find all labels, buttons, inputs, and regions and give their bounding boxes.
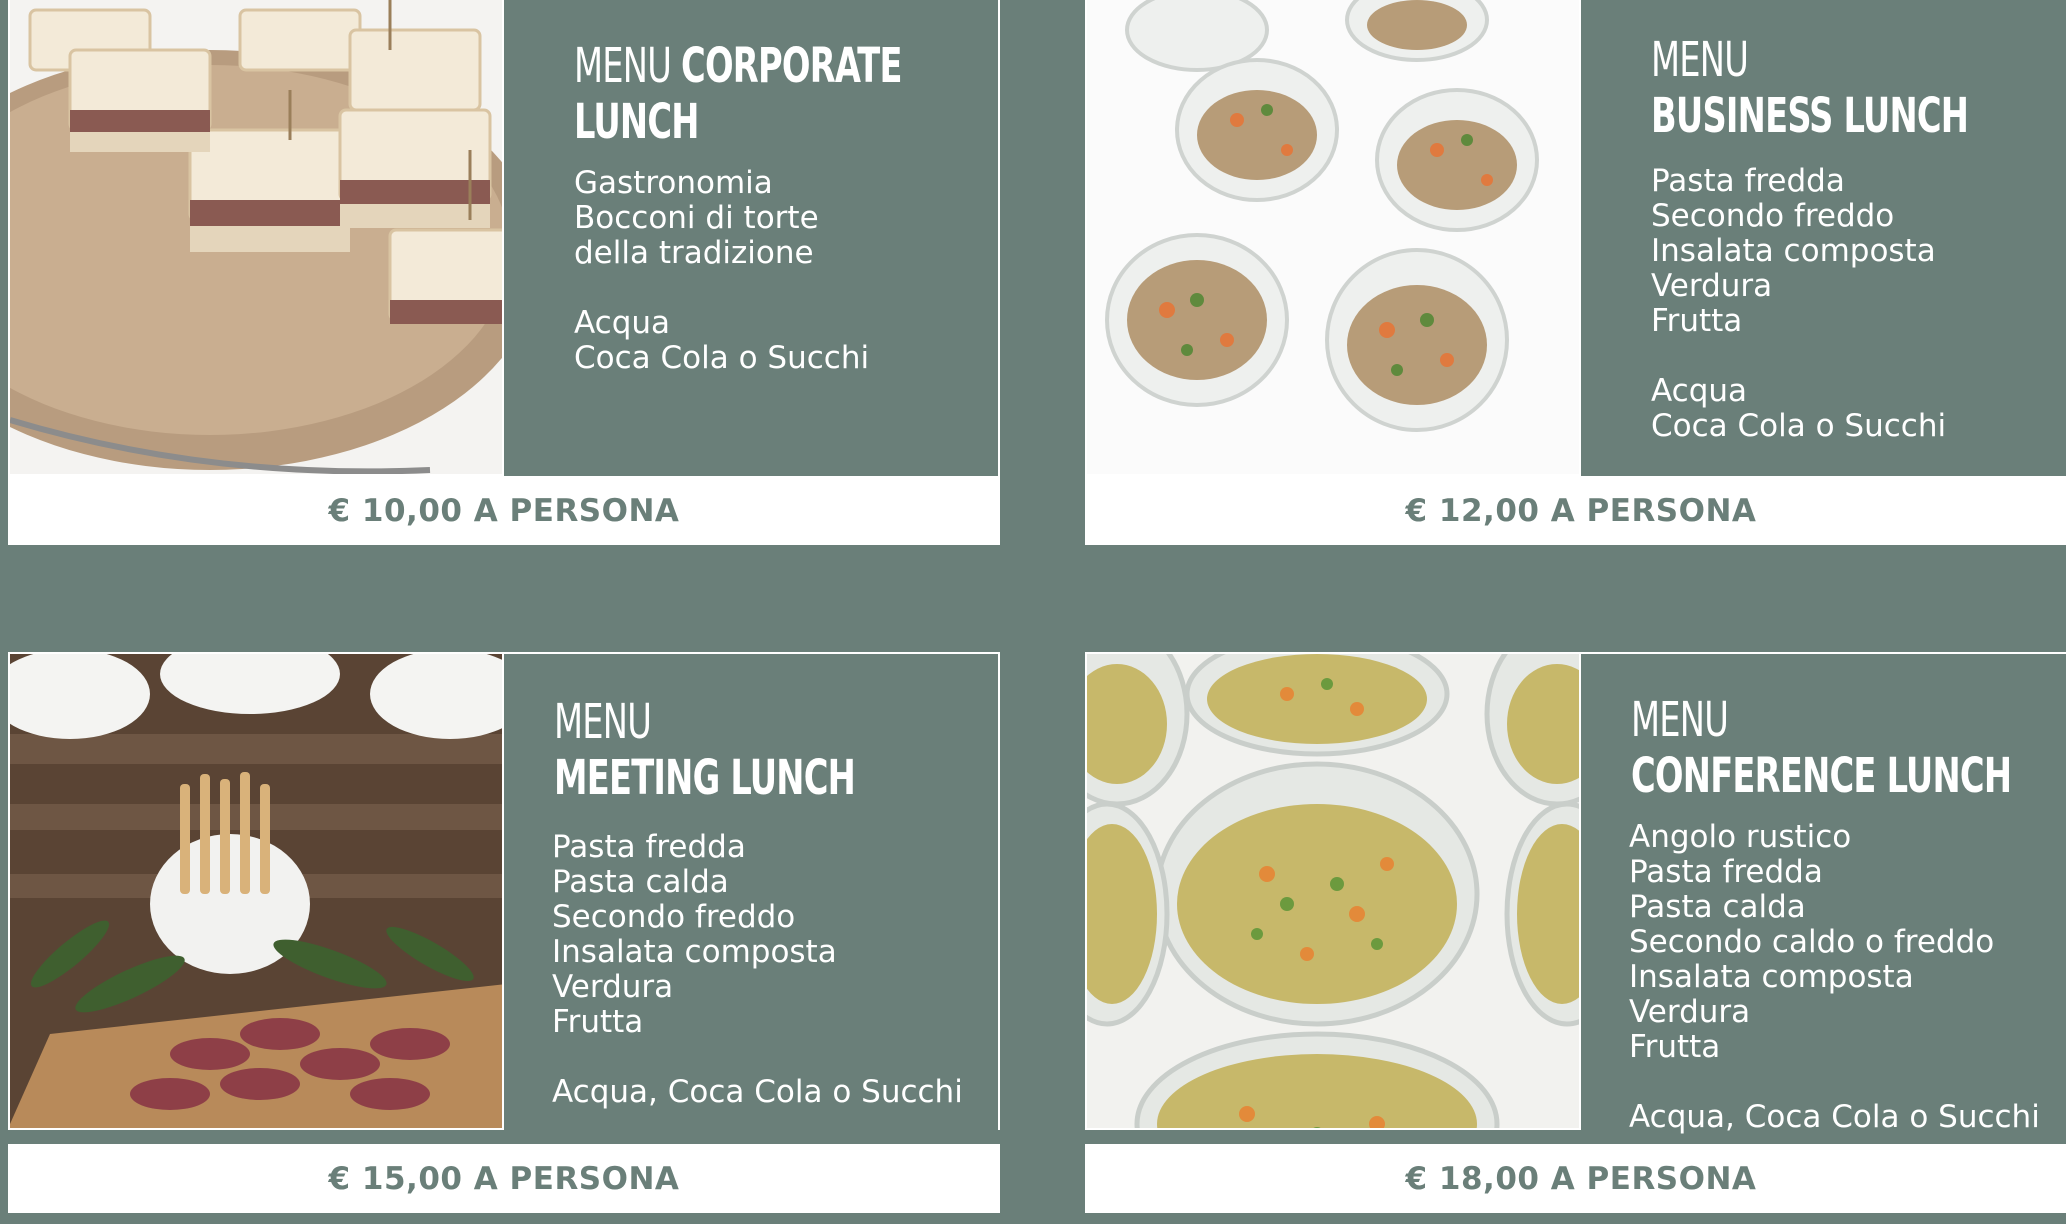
price-label: € 15,00 A PERSONA [328, 1160, 680, 1197]
menu-card-meeting: MENU MEETING LUNCH Pasta fredda Pasta ca… [8, 652, 1000, 1213]
price-bar: € 10,00 A PERSONA [8, 476, 1000, 545]
menu-spacer [574, 271, 869, 306]
drink-item: Acqua [574, 305, 671, 341]
menu-spacer [1651, 339, 1946, 374]
menu-items-list: Pasta fredda Pasta calda Secondo freddo … [552, 830, 963, 1110]
menu-item: Pasta fredda [1651, 163, 1845, 199]
menu-title-prefix: MENU [1631, 692, 1729, 748]
menu-item: Gastronomia [574, 165, 773, 201]
menu-card-corporate: MENU CORPORATE LUNCH Gastronomia Bocconi… [8, 0, 1000, 545]
menu-title-prefix: MENU [1651, 32, 1749, 88]
price-bar: € 18,00 A PERSONA [1085, 1144, 2066, 1213]
menu-title: MENU MEETING LUNCH [554, 694, 856, 806]
price-bar: € 12,00 A PERSONA [1085, 476, 2066, 545]
menu-title: MENU CONFERENCE LUNCH [1631, 692, 2012, 804]
menu-card-business: MENU BUSINESS LUNCH Pasta fredda Secondo… [1085, 0, 2066, 545]
menu-items-list: Gastronomia Bocconi di torte della tradi… [574, 166, 869, 376]
menu-title-prefix: MENU [574, 38, 672, 94]
drink-item: Acqua, Coca Cola o Succhi [552, 1074, 963, 1110]
menu-item: Frutta [1629, 1029, 1721, 1065]
menu-item: Insalata composta [1629, 959, 1914, 995]
menu-item: Frutta [1651, 303, 1743, 339]
menu-item: della tradizione [574, 235, 814, 271]
menu-panel-meeting: MENU MEETING LUNCH Pasta fredda Pasta ca… [504, 652, 1000, 1130]
menu-panel-business: MENU BUSINESS LUNCH Pasta fredda Secondo… [1581, 0, 2066, 476]
menu-item: Angolo rustico [1629, 819, 1852, 855]
menu-title-name: BUSINESS LUNCH [1651, 88, 1969, 144]
sandwich-platter-photo [8, 0, 504, 476]
menu-title-name: CORPORATE [681, 38, 902, 94]
menu-item: Secondo caldo o freddo [1629, 924, 1995, 960]
drink-item: Acqua [1651, 373, 1748, 409]
menu-items-list: Angolo rustico Pasta fredda Pasta calda … [1629, 820, 2040, 1135]
menu-panel-corporate: MENU CORPORATE LUNCH Gastronomia Bocconi… [504, 0, 1000, 476]
menu-title: MENU CORPORATE LUNCH [574, 38, 902, 150]
salami-board-photo [8, 652, 504, 1130]
menu-item: Bocconi di torte [574, 200, 819, 236]
drink-item: Coca Cola o Succhi [1651, 408, 1947, 444]
drink-item: Acqua, Coca Cola o Succhi [1629, 1099, 2040, 1135]
price-label: € 12,00 A PERSONA [1405, 492, 1757, 529]
menu-title-name: CONFERENCE LUNCH [1631, 748, 2012, 804]
cous-cous-cups-photo [1085, 652, 1581, 1130]
menu-title: MENU BUSINESS LUNCH [1651, 32, 1969, 144]
menu-item: Pasta calda [552, 864, 729, 900]
menu-item: Verdura [1651, 268, 1773, 304]
drink-item: Coca Cola o Succhi [574, 340, 870, 376]
menu-spacer [552, 1040, 963, 1075]
menu-item: Secondo freddo [1651, 198, 1895, 234]
menu-spacer [1629, 1065, 2040, 1100]
menu-item: Pasta calda [1629, 889, 1806, 925]
menu-items-list: Pasta fredda Secondo freddo Insalata com… [1651, 164, 1946, 444]
grain-salad-cups-photo [1085, 0, 1581, 476]
menu-item: Insalata composta [552, 934, 837, 970]
menu-item: Secondo freddo [552, 899, 796, 935]
menu-panel-conference: MENU CONFERENCE LUNCH Angolo rustico Pas… [1581, 652, 2066, 1135]
menu-title-name-line2: LUNCH [574, 94, 699, 150]
price-label: € 18,00 A PERSONA [1405, 1160, 1757, 1197]
menu-item: Pasta fredda [1629, 854, 1823, 890]
menu-item: Insalata composta [1651, 233, 1936, 269]
menu-item: Pasta fredda [552, 829, 746, 865]
menu-item: Verdura [1629, 994, 1751, 1030]
price-label: € 10,00 A PERSONA [328, 492, 680, 529]
menu-title-name: MEETING LUNCH [554, 750, 856, 806]
menu-title-prefix: MENU [554, 694, 652, 750]
menu-card-conference: MENU CONFERENCE LUNCH Angolo rustico Pas… [1085, 652, 2066, 1213]
price-bar: € 15,00 A PERSONA [8, 1144, 1000, 1213]
menu-item: Verdura [552, 969, 674, 1005]
menu-item: Frutta [552, 1004, 644, 1040]
